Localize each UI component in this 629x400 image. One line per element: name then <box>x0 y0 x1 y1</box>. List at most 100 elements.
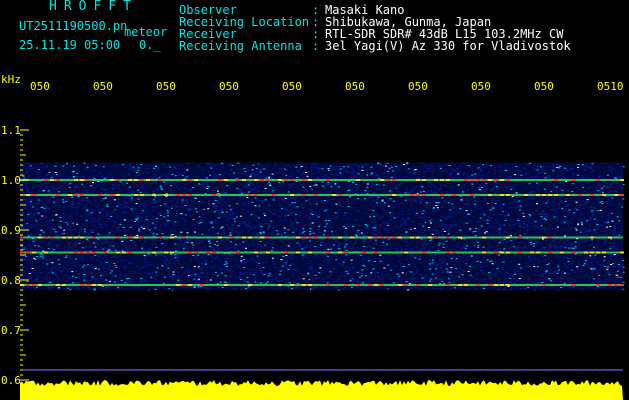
noise-pixel <box>86 264 89 266</box>
noise-pixel <box>619 276 622 278</box>
carrier-segment <box>188 179 192 181</box>
noise-pixel <box>127 174 130 176</box>
noise-pixel <box>359 254 362 256</box>
noise-pixel <box>196 222 199 224</box>
noise-pixel <box>614 281 617 283</box>
noise-pixel <box>236 203 239 205</box>
noise-pixel <box>295 228 298 230</box>
noise-pixel <box>362 164 365 166</box>
noise-pixel <box>106 235 109 237</box>
noise-pixel <box>62 257 65 259</box>
noise-pixel <box>116 203 119 205</box>
noise-pixel <box>145 189 147 191</box>
noise-pixel <box>203 208 206 210</box>
noise-pixel <box>84 221 87 223</box>
noise-pixel <box>135 170 138 172</box>
noise-pixel <box>96 219 99 221</box>
noise-pixel <box>174 166 176 168</box>
noise-pixel <box>177 260 179 262</box>
noise-pixel <box>365 213 368 215</box>
noise-pixel <box>516 170 519 171</box>
noise-pixel <box>559 281 562 283</box>
noise-pixel <box>385 181 388 182</box>
noise-pixel <box>254 249 257 251</box>
noise-pixel <box>371 279 374 281</box>
noise-pixel <box>177 168 180 170</box>
noise-pixel <box>372 261 374 263</box>
noise-pixel <box>556 272 559 274</box>
noise-pixel <box>103 166 106 168</box>
noise-pixel <box>585 220 588 222</box>
noise-pixel <box>227 283 230 285</box>
noise-pixel <box>201 255 204 257</box>
noise-pixel <box>380 244 383 246</box>
noise-pixel <box>423 166 425 167</box>
noise-pixel <box>31 168 34 170</box>
noise-pixel <box>353 280 356 282</box>
noise-pixel <box>253 277 256 279</box>
noise-pixel <box>116 281 119 283</box>
noise-pixel <box>46 280 49 282</box>
noise-pixel <box>45 206 48 208</box>
noise-pixel <box>455 249 458 251</box>
noise-pixel <box>372 247 375 249</box>
noise-pixel <box>392 282 395 284</box>
noise-pixel <box>585 168 588 170</box>
noise-pixel <box>261 201 264 203</box>
noise-pixel <box>73 246 76 248</box>
noise-pixel <box>220 272 223 274</box>
noise-pixel <box>83 162 86 164</box>
noise-pixel <box>574 253 577 255</box>
noise-pixel <box>229 234 232 236</box>
noise-pixel <box>564 247 567 249</box>
noise-pixel <box>592 214 594 216</box>
carrier-segment <box>92 284 96 286</box>
noise-pixel <box>374 277 377 279</box>
noise-pixel <box>87 192 90 194</box>
noise-pixel <box>119 238 122 240</box>
noise-pixel <box>461 274 464 276</box>
noise-pixel <box>403 176 406 178</box>
noise-pixel <box>193 207 196 209</box>
noise-pixel <box>228 270 231 271</box>
noise-pixel <box>72 203 75 205</box>
noise-pixel <box>531 191 534 192</box>
noise-pixel <box>104 190 107 191</box>
noise-pixel <box>164 204 167 206</box>
noise-pixel <box>54 165 57 167</box>
noise-pixel <box>295 181 298 182</box>
noise-pixel <box>154 288 157 290</box>
noise-pixel <box>326 188 329 190</box>
noise-pixel <box>274 213 277 215</box>
noise-pixel <box>60 215 63 217</box>
noise-pixel <box>558 181 561 183</box>
carrier-segment <box>476 179 480 181</box>
noise-pixel <box>352 268 355 269</box>
carrier-segment <box>110 194 114 196</box>
noise-pixel <box>389 219 392 221</box>
noise-pixel <box>537 164 540 166</box>
noise-pixel <box>306 228 309 230</box>
noise-pixel <box>218 286 221 288</box>
noise-pixel <box>599 213 602 215</box>
app-brand: HROFFT <box>49 0 138 14</box>
noise-pixel <box>463 223 466 225</box>
noise-pixel <box>436 207 439 209</box>
noise-pixel <box>563 242 566 244</box>
noise-pixel <box>260 270 263 272</box>
carrier-segment <box>140 179 144 181</box>
noise-pixel <box>594 254 597 256</box>
noise-pixel <box>592 202 595 204</box>
noise-pixel <box>457 184 460 186</box>
noise-pixel <box>334 217 336 219</box>
noise-pixel <box>315 270 318 272</box>
noise-pixel <box>466 245 468 247</box>
noise-pixel <box>214 244 217 245</box>
noise-pixel <box>395 188 398 189</box>
noise-pixel <box>401 213 404 215</box>
noise-pixel <box>559 202 562 204</box>
noise-pixel <box>582 187 585 189</box>
noise-pixel <box>224 201 226 203</box>
noise-pixel <box>517 219 520 221</box>
noise-pixel <box>247 245 250 247</box>
